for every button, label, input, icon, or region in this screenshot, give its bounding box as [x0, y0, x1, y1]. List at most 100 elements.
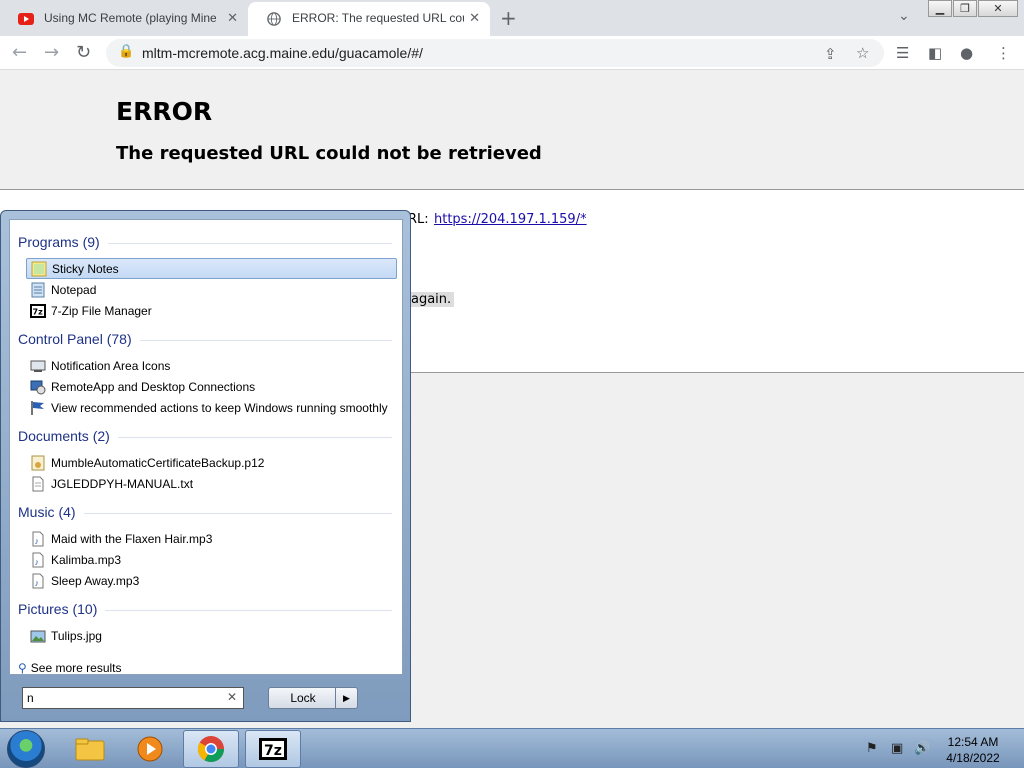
- page-subtitle: The requested URL could not be retrieved: [116, 143, 542, 164]
- clock-time: 12:54 AM: [947, 735, 999, 749]
- search-result-label: MumbleAutomaticCertificateBackup.p12: [51, 455, 265, 470]
- tab-error[interactable]: ERROR: The requested URL could ✕: [248, 2, 490, 36]
- system-clock[interactable]: 12:54 AM 4/18/2022: [940, 734, 1006, 766]
- tab-title: ERROR: The requested URL could: [292, 11, 464, 25]
- search-result-label: RemoteApp and Desktop Connections: [51, 379, 256, 394]
- chrome-icon: [197, 736, 225, 763]
- minimize-button[interactable]: ▁: [928, 0, 952, 17]
- forward-arrow-icon[interactable]: →: [44, 42, 59, 63]
- lock-icon[interactable]: 🔒: [118, 44, 134, 59]
- search-result-item[interactable]: MumbleAutomaticCertificateBackup.p12: [26, 452, 397, 473]
- tab-close-icon[interactable]: ✕: [227, 10, 238, 26]
- bookmark-star-icon[interactable]: ☆: [856, 44, 869, 62]
- search-result-label: View recommended actions to keep Windows…: [51, 400, 388, 415]
- see-more-results-link[interactable]: ⚲ See more results: [18, 661, 122, 675]
- clock-date: 4/18/2022: [946, 751, 1000, 765]
- start-menu: Programs (9) Sticky Notes Notepad 7z 7-Zip F…: [0, 210, 411, 722]
- search-result-item[interactable]: Notification Area Icons: [26, 355, 397, 376]
- chevron-down-icon[interactable]: ⌄: [898, 8, 910, 24]
- group-divider: [105, 610, 392, 611]
- search-result-item[interactable]: Notepad: [26, 279, 397, 300]
- flag-icon: [30, 400, 46, 416]
- taskbar-7zip-button[interactable]: 7z: [245, 730, 301, 768]
- lock-options-arrow-icon[interactable]: ▶: [335, 688, 357, 708]
- search-result-label: Sleep Away.mp3: [51, 573, 140, 588]
- search-result-item[interactable]: ♪ Maid with the Flaxen Hair.mp3: [26, 528, 397, 549]
- search-result-label: Notepad: [51, 282, 97, 297]
- address-bar[interactable]: 🔒 mltm-mcremote.acg.maine.edu/guacamole/…: [106, 39, 884, 67]
- error-header: ERROR The requested URL could not be ret…: [0, 70, 1024, 190]
- certificate-icon: [30, 455, 46, 471]
- svg-text:7z: 7z: [33, 307, 44, 316]
- lock-button-label: Lock: [290, 691, 316, 705]
- side-panel-icon[interactable]: ◧: [928, 44, 942, 62]
- search-result-item[interactable]: RemoteApp and Desktop Connections: [26, 376, 397, 397]
- lock-button[interactable]: Lock ▶: [268, 687, 358, 709]
- see-more-label: See more results: [30, 661, 122, 675]
- search-icon: ⚲: [18, 661, 27, 675]
- search-result-label: Kalimba.mp3: [51, 552, 122, 567]
- notepad-icon: [30, 282, 46, 298]
- notification-area-icon: [30, 358, 46, 374]
- taskbar-explorer-button[interactable]: [62, 730, 118, 768]
- back-arrow-icon[interactable]: ←: [12, 42, 27, 63]
- search-result-label: JGLEDDPYH-MANUAL.txt: [51, 476, 194, 491]
- group-divider: [140, 340, 392, 341]
- 7zip-icon: 7z: [30, 303, 46, 319]
- youtube-icon: [18, 13, 34, 25]
- search-result-item[interactable]: View recommended actions to keep Windows…: [26, 397, 397, 418]
- taskbar-media-player-button[interactable]: [122, 730, 178, 768]
- start-button[interactable]: [7, 730, 45, 768]
- taskbar-chrome-button[interactable]: [183, 730, 239, 768]
- more-menu-icon[interactable]: ⋮: [996, 44, 1011, 62]
- group-divider: [108, 243, 392, 244]
- search-result-item[interactable]: JGLEDDPYH-MANUAL.txt: [26, 473, 397, 494]
- start-search-box[interactable]: ✕: [22, 687, 244, 709]
- new-tab-button[interactable]: +: [500, 6, 517, 30]
- close-window-button[interactable]: ✕: [978, 0, 1018, 17]
- search-result-item[interactable]: ♪ Kalimba.mp3: [26, 549, 397, 570]
- search-results-pane: Programs (9) Sticky Notes Notepad 7z 7-Zip F…: [9, 219, 403, 675]
- network-icon[interactable]: ▣: [891, 741, 903, 756]
- svg-text:♪: ♪: [35, 557, 40, 567]
- tab-close-icon[interactable]: ✕: [469, 10, 480, 26]
- start-search-input[interactable]: [27, 690, 217, 706]
- image-file-icon: [30, 628, 46, 644]
- tab-youtube[interactable]: Using MC Remote (playing Mine ✕: [0, 2, 248, 36]
- search-result-item[interactable]: ♪ Sleep Away.mp3: [26, 570, 397, 591]
- search-result-item[interactable]: 7z 7-Zip File Manager: [26, 300, 397, 321]
- search-result-item[interactable]: Sticky Notes: [26, 258, 397, 279]
- search-result-label: Tulips.jpg: [51, 628, 102, 643]
- search-result-label: Maid with the Flaxen Hair.mp3: [51, 531, 213, 546]
- svg-text:♪: ♪: [35, 578, 40, 588]
- page-title: ERROR: [116, 97, 213, 126]
- taskbar: 7z ⚑ ▣ 🔊 12:54 AM 4/18/2022: [0, 728, 1024, 768]
- result-group-header[interactable]: Music (4): [18, 504, 76, 520]
- reload-icon[interactable]: ↻: [76, 42, 91, 63]
- clear-search-icon[interactable]: ✕: [227, 690, 237, 704]
- tab-title: Using MC Remote (playing Mine: [44, 11, 216, 25]
- media-player-icon: [137, 736, 163, 762]
- music-file-icon: ♪: [30, 552, 46, 568]
- volume-icon[interactable]: 🔊: [914, 741, 930, 756]
- folder-icon: [75, 738, 105, 761]
- error-url-link[interactable]: https://204.197.1.159/*: [434, 212, 587, 227]
- sticky-notes-icon: [31, 261, 47, 277]
- result-group-header[interactable]: Control Panel (78): [18, 331, 132, 347]
- text-file-icon: [30, 476, 46, 492]
- group-divider: [84, 513, 392, 514]
- result-group-header[interactable]: Programs (9): [18, 234, 100, 250]
- reading-list-icon[interactable]: ☰: [896, 44, 909, 62]
- action-center-flag-icon[interactable]: ⚑: [866, 741, 878, 756]
- maximize-button[interactable]: ❐: [953, 0, 977, 17]
- profile-avatar-icon[interactable]: ●: [960, 44, 973, 62]
- remoteapp-icon: [30, 379, 46, 395]
- share-icon[interactable]: ⇪: [824, 45, 837, 63]
- result-group-header[interactable]: Pictures (10): [18, 601, 97, 617]
- search-result-item[interactable]: Tulips.jpg: [26, 625, 397, 646]
- url-text: mltm-mcremote.acg.maine.edu/guacamole/#/: [142, 45, 423, 61]
- search-result-label: Notification Area Icons: [51, 358, 171, 373]
- tab-strip: Using MC Remote (playing Mine ✕ ERROR: T…: [0, 0, 1024, 36]
- result-group-header[interactable]: Documents (2): [18, 428, 110, 444]
- svg-text:♪: ♪: [35, 536, 40, 546]
